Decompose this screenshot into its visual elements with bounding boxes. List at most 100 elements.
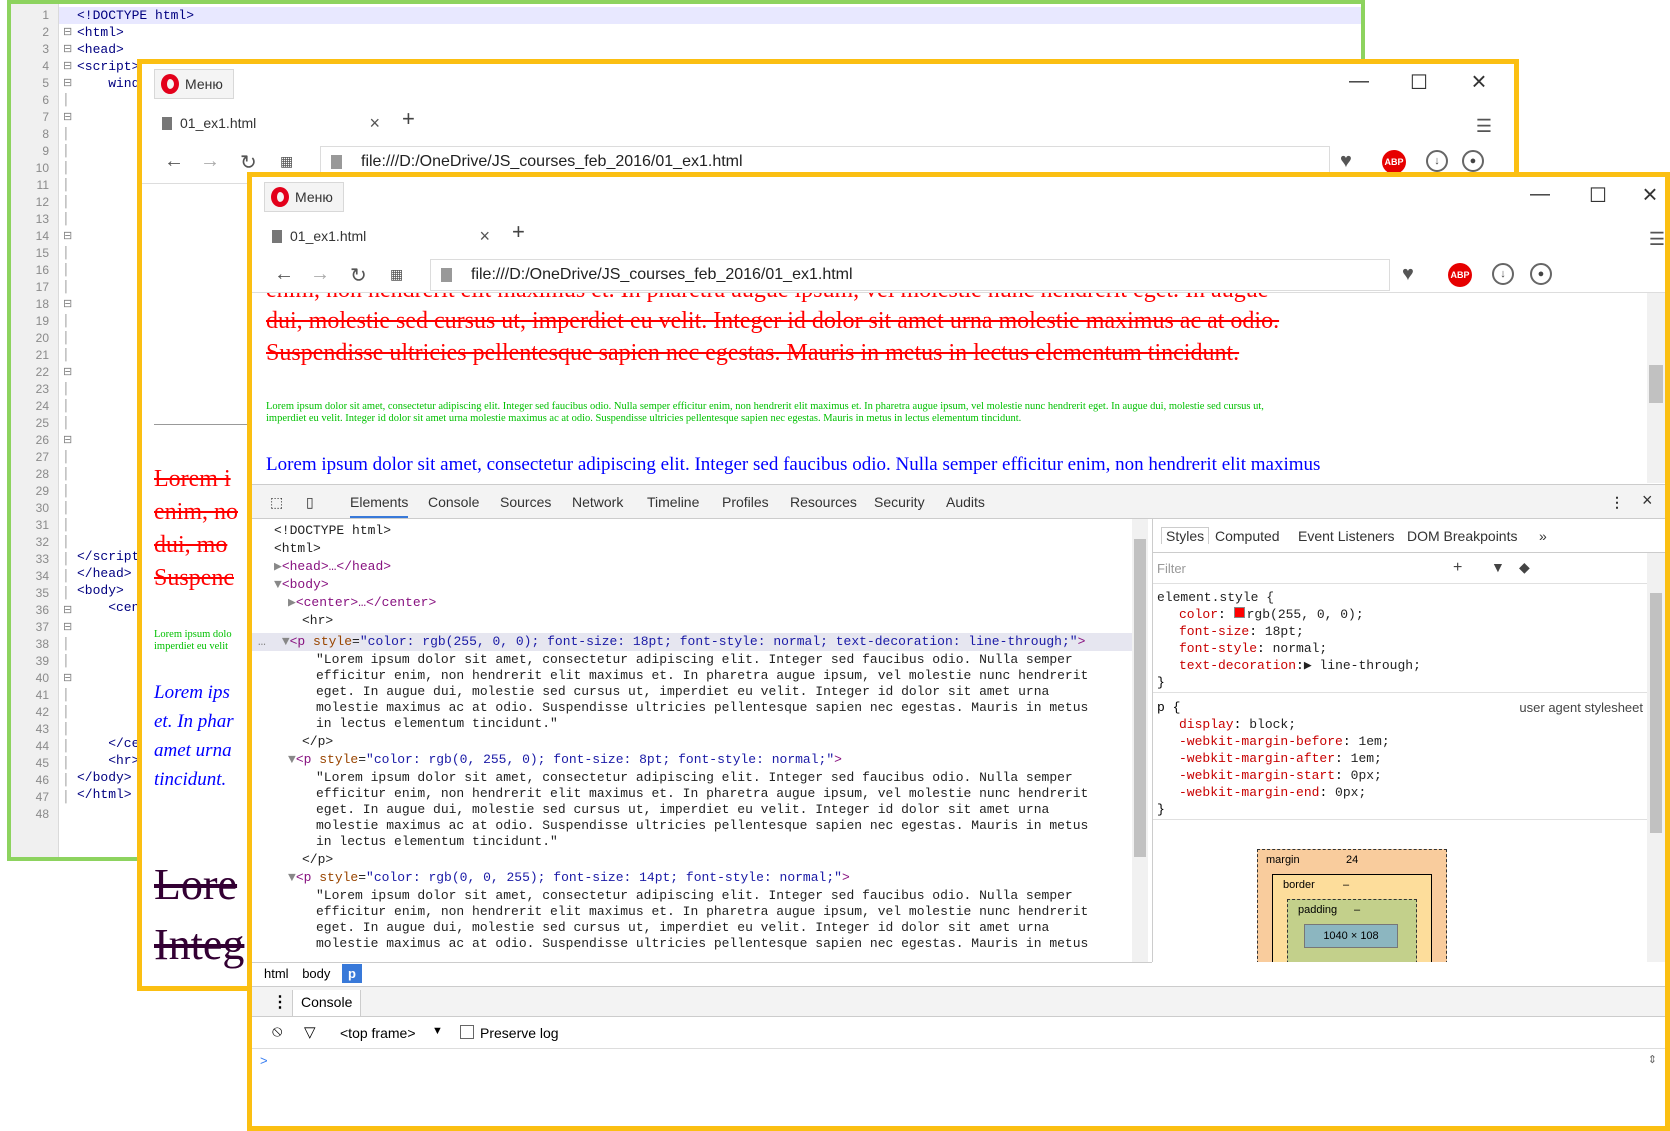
- sidebar-more-icon[interactable]: »: [1539, 528, 1547, 544]
- collapse-triangle-icon[interactable]: ▼: [282, 634, 290, 649]
- device-mode-icon[interactable]: ▯: [306, 494, 314, 511]
- speed-dial-icon[interactable]: ▦: [390, 266, 403, 283]
- code-line-36[interactable]: <body>: [77, 582, 124, 599]
- tab-sources[interactable]: Sources: [500, 494, 551, 510]
- dom-tree[interactable]: <!DOCTYPE html> <html> ▶<head>…</head> ▼…: [252, 519, 1147, 962]
- code-line-4[interactable]: <script>: [77, 58, 139, 75]
- code-line-45[interactable]: </ce: [77, 735, 139, 752]
- fold-toggle-icon[interactable]: ⊟: [63, 602, 72, 619]
- margin-value[interactable]: 24: [1346, 854, 1358, 866]
- code-line-47[interactable]: </body>: [77, 769, 132, 786]
- dom-body-row[interactable]: ▼<body>: [274, 577, 329, 593]
- forward-arrow-icon[interactable]: →: [200, 150, 220, 173]
- drawer-tab-console[interactable]: Console: [292, 990, 362, 1016]
- dom-hr[interactable]: <hr>: [302, 613, 333, 629]
- border-value[interactable]: –: [1343, 879, 1349, 891]
- frame-selector[interactable]: <top frame>: [340, 1025, 416, 1041]
- tab-security[interactable]: Security: [874, 494, 925, 510]
- dom-center-row[interactable]: ▶<center>…</center>: [288, 595, 436, 611]
- styles-scrollbar-thumb[interactable]: [1650, 593, 1662, 833]
- more-ellipsis[interactable]: …: [258, 634, 266, 649]
- code-line-48[interactable]: </html>: [77, 786, 132, 803]
- page-scrollbar[interactable]: [1647, 293, 1665, 483]
- color-format-icon[interactable]: ◆: [1519, 559, 1530, 576]
- tab-menu-icon[interactable]: ☰: [1649, 229, 1665, 250]
- code-line-35[interactable]: </head>: [77, 565, 132, 582]
- fold-toggle-icon[interactable]: ⊟: [63, 296, 72, 313]
- dom-p2-close[interactable]: </p>: [302, 852, 333, 868]
- rule-font-size[interactable]: font-size: 18pt;: [1179, 623, 1304, 640]
- dom-p1-row[interactable]: … ▼<p style="color: rgb(255, 0, 0); font-…: [258, 634, 1085, 650]
- fold-toggle-icon[interactable]: ⊟: [63, 58, 72, 75]
- devtools-close-icon[interactable]: ×: [1642, 490, 1653, 511]
- rule-color[interactable]: color: rgb(255, 0, 0);: [1179, 606, 1364, 623]
- devtools-menu-icon[interactable]: ⋮: [1610, 494, 1624, 511]
- browser-window-front[interactable]: Меню — ☐ × 01_ex1.html × + ☰ ← → ↻ ▦ fil…: [247, 172, 1670, 1131]
- tab-console[interactable]: Console: [428, 494, 479, 510]
- fold-toggle-icon[interactable]: ⊟: [63, 228, 72, 245]
- tab-dom-breakpoints[interactable]: DOM Breakpoints: [1407, 528, 1517, 544]
- collapse-triangle-icon[interactable]: ▼: [288, 752, 296, 767]
- download-icon[interactable]: ↓: [1426, 150, 1448, 172]
- preserve-log-checkbox[interactable]: [460, 1025, 474, 1039]
- tab-audits[interactable]: Audits: [946, 494, 985, 510]
- color-swatch[interactable]: [1233, 607, 1245, 618]
- collapse-triangle-icon[interactable]: ▼: [288, 870, 296, 885]
- code-line-34[interactable]: </script: [77, 548, 139, 565]
- console-prompt[interactable]: >: [260, 1053, 268, 1068]
- fold-toggle-icon[interactable]: ⊟: [63, 670, 72, 687]
- tab-event-listeners[interactable]: Event Listeners: [1298, 528, 1395, 544]
- dom-p3-row[interactable]: ▼<p style="color: rgb(0, 0, 255); font-s…: [288, 870, 850, 886]
- tab-profiles[interactable]: Profiles: [722, 494, 769, 510]
- minimize-button[interactable]: —: [1525, 183, 1555, 206]
- tab-menu-icon[interactable]: ☰: [1476, 116, 1492, 137]
- speed-dial-icon[interactable]: ▦: [280, 153, 293, 170]
- tab-network[interactable]: Network: [572, 494, 623, 510]
- heart-bookmark-icon[interactable]: ♥: [1402, 263, 1414, 286]
- fold-toggle-icon[interactable]: ⊟: [63, 75, 72, 92]
- fold-toggle-icon[interactable]: ⊟: [63, 432, 72, 449]
- fold-toggle-icon[interactable]: ⊟: [63, 24, 72, 41]
- fold-toggle-icon[interactable]: ⊟: [63, 109, 72, 126]
- rule-text-decoration[interactable]: text-decoration:▶ line-through;: [1179, 657, 1421, 674]
- styles-scrollbar[interactable]: [1647, 553, 1665, 962]
- fold-toggle-icon[interactable]: ⊟: [63, 364, 72, 381]
- frame-dropdown-icon[interactable]: ▼: [432, 1025, 443, 1037]
- p-selector[interactable]: p {: [1157, 699, 1180, 716]
- close-window-button[interactable]: ×: [1635, 179, 1665, 210]
- tab-resources[interactable]: Resources: [790, 494, 857, 510]
- dom-head-row[interactable]: ▶<head>…</head>: [274, 559, 391, 575]
- box-model-content[interactable]: 1040 × 108: [1304, 924, 1398, 948]
- styles-filter-input[interactable]: Filter: [1157, 561, 1186, 576]
- drawer-menu-icon[interactable]: ⋮: [272, 992, 288, 1012]
- adblock-plus-icon[interactable]: ABP: [1382, 150, 1406, 174]
- dom-doctype[interactable]: <!DOCTYPE html>: [274, 523, 391, 539]
- collapse-triangle-icon[interactable]: ▼: [274, 577, 282, 592]
- maximize-button[interactable]: ☐: [1583, 183, 1613, 208]
- adblock-plus-icon[interactable]: ABP: [1448, 263, 1472, 287]
- crumb-p[interactable]: p: [342, 964, 362, 983]
- opera-menu-button[interactable]: Меню: [154, 69, 234, 99]
- account-icon[interactable]: ●: [1530, 263, 1552, 285]
- code-line-5[interactable]: wind: [77, 75, 139, 92]
- back-arrow-icon[interactable]: ←: [164, 150, 184, 173]
- heart-bookmark-icon[interactable]: ♥: [1340, 150, 1352, 173]
- page-viewport[interactable]: enim, non hendrerit elit maximus et. In …: [252, 293, 1647, 483]
- code-line-37[interactable]: <cen: [77, 599, 139, 616]
- maximize-button[interactable]: ☐: [1404, 70, 1434, 95]
- back-arrow-icon[interactable]: ←: [274, 263, 294, 286]
- tab-close-button[interactable]: ×: [369, 106, 380, 140]
- minimize-button[interactable]: —: [1344, 70, 1374, 93]
- tab-timeline[interactable]: Timeline: [647, 494, 699, 510]
- tab-01-ex1[interactable]: 01_ex1.html ×: [260, 219, 500, 253]
- opera-menu-button[interactable]: Меню: [264, 182, 344, 212]
- account-icon[interactable]: ●: [1462, 150, 1484, 172]
- dom-p1-close[interactable]: </p>: [302, 734, 333, 750]
- fold-toggle-icon[interactable]: ⊟: [63, 619, 72, 636]
- tab-computed[interactable]: Computed: [1215, 528, 1280, 544]
- page-scrollbar-thumb[interactable]: [1649, 365, 1663, 403]
- dom-scrollbar-thumb[interactable]: [1134, 539, 1146, 857]
- inspect-element-icon[interactable]: ⬚: [270, 494, 283, 511]
- url-field[interactable]: file:///D:/OneDrive/JS_courses_feb_2016/…: [430, 259, 1390, 291]
- new-style-rule-icon[interactable]: +: [1453, 559, 1462, 577]
